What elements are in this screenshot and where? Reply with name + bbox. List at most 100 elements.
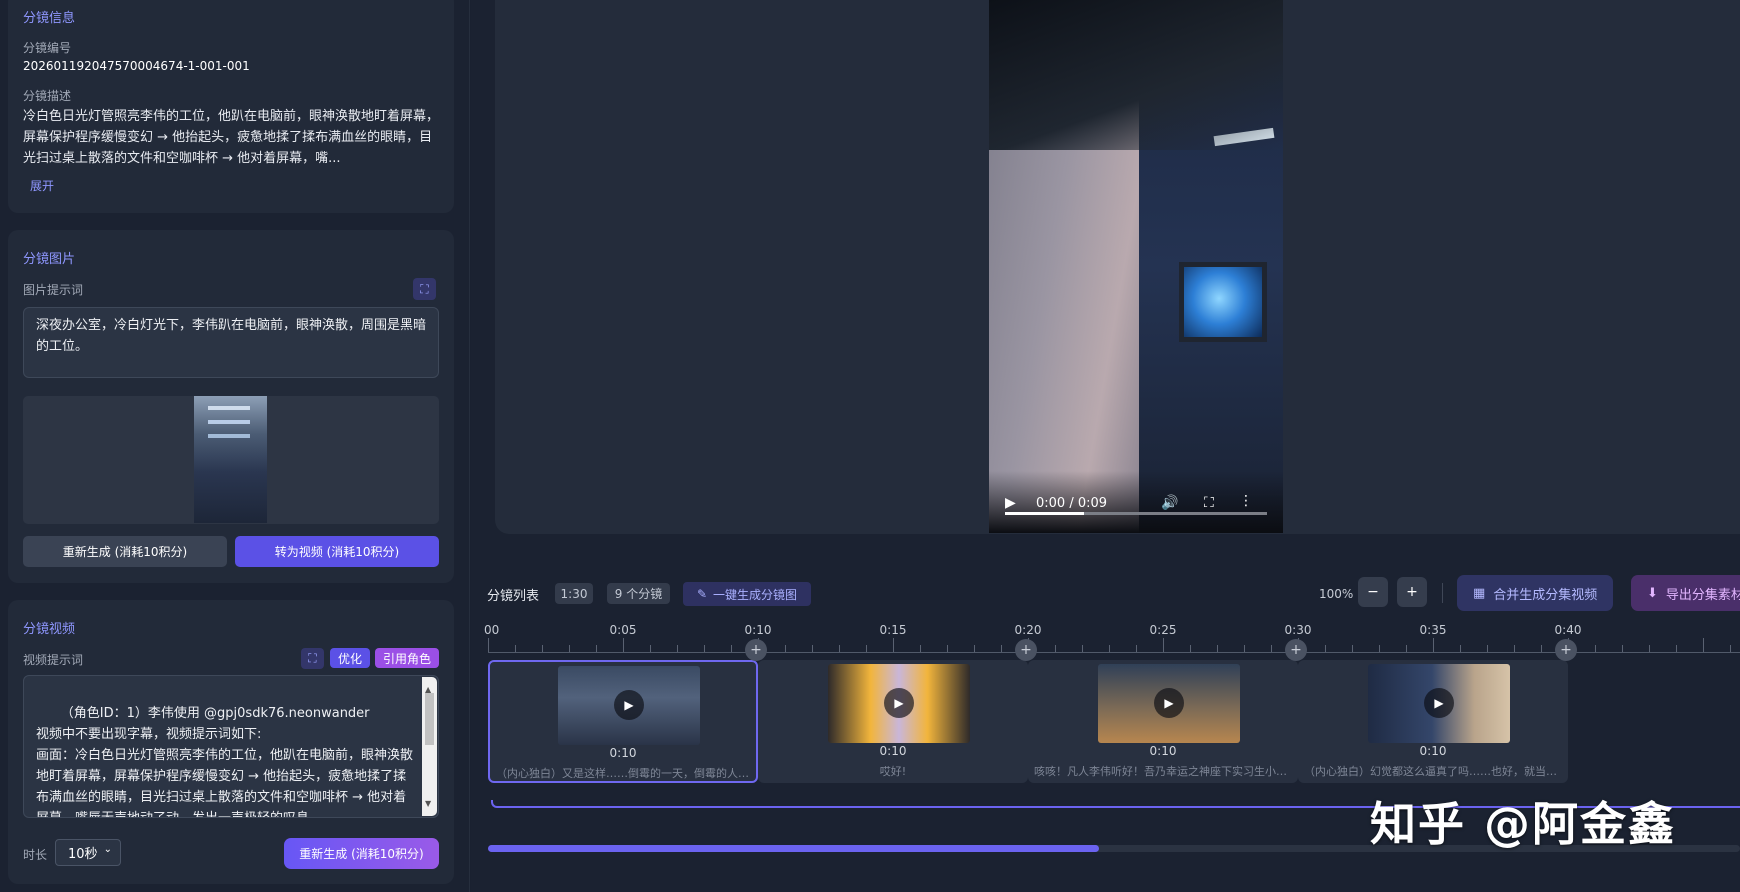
- storyboard-image-title: 分镜图片: [23, 252, 76, 267]
- expand-video-prompt-icon[interactable]: ⛶: [301, 648, 324, 669]
- timeline-scroll-thumb[interactable]: [488, 845, 1099, 852]
- ruler-tick: [1109, 645, 1110, 652]
- video-controls: ▶ 0:00 / 0:09 🔊 ⛶ ⋮: [989, 471, 1283, 533]
- ruler-tick: [1460, 645, 1461, 652]
- clip-duration: 0:10: [1419, 744, 1447, 758]
- ruler-tick: [1622, 645, 1623, 652]
- zoom-in-icon[interactable]: +: [1397, 577, 1427, 607]
- video-prompt-label: 视频提示词: [23, 653, 84, 667]
- clip-caption: （内心独白）又是这样……倒霉的一天，倒霉的人生。: [496, 767, 750, 780]
- ruler-tick: [1082, 645, 1083, 652]
- ruler-tick: [1487, 645, 1488, 652]
- timeline-clip[interactable]: ▶ 0:10 （内心独白）又是这样……倒霉的一天，倒霉的人生。: [488, 660, 758, 783]
- ruler-tick: [596, 645, 597, 652]
- merge-episode-video-button[interactable]: ▦ 合并生成分集视频: [1457, 575, 1614, 611]
- ruler-tick: [623, 638, 624, 652]
- storyboard-video-card: 分镜视频 视频提示词 ⛶ 优化 引用角色 （角色ID：1）李伟使用 @gpj0s…: [8, 600, 454, 884]
- ruler-tick: [1136, 645, 1137, 652]
- expand-image-prompt-icon[interactable]: ⛶: [413, 278, 436, 300]
- duration-label: 时长: [23, 848, 48, 862]
- convert-to-video-button[interactable]: 转为视频 (消耗10积分): [235, 536, 439, 567]
- ruler-label: 0:40: [1554, 623, 1582, 637]
- ruler-tick: [947, 645, 948, 652]
- more-icon[interactable]: ⋮: [1239, 493, 1253, 509]
- ruler-tick: [569, 645, 570, 652]
- magic-wand-icon: ✎: [696, 587, 708, 601]
- clip-duration: 0:10: [1149, 744, 1177, 758]
- ruler-tick: [866, 645, 867, 652]
- ruler-tick: [1352, 645, 1353, 652]
- image-prompt-textarea[interactable]: 深夜办公室，冷白灯光下，李伟趴在电脑前，眼神涣散，周围是黑暗的工位。: [23, 307, 439, 378]
- storyboard-desc-label: 分镜描述: [23, 89, 72, 103]
- insert-clip-icon[interactable]: +: [1555, 639, 1577, 661]
- export-episode-assets-button[interactable]: ⬇ 导出分集素材: [1631, 575, 1740, 611]
- ruler-tick: [1190, 645, 1191, 652]
- ruler-tick: [1271, 645, 1272, 652]
- zoom-level: 100%: [1319, 587, 1354, 601]
- clip-thumbnail: ▶: [1098, 664, 1240, 743]
- ruler-tick: [1730, 645, 1731, 652]
- office-thumbnail: [194, 396, 267, 523]
- timeline-clip[interactable]: ▶ 0:10 哎好!: [758, 660, 1028, 783]
- ruler-tick: [1541, 645, 1542, 652]
- clip-thumbnail: ▶: [828, 664, 970, 743]
- video-progress-bar[interactable]: [1005, 512, 1267, 515]
- toolbar-divider: [1442, 583, 1443, 603]
- storyboard-id-label: 分镜编号: [23, 41, 72, 55]
- generate-all-images-button[interactable]: ✎ 一键生成分镜图: [683, 582, 811, 606]
- timeline-clip[interactable]: ▶ 0:10 （内心独白）幻觉都这么逼真了吗……也好，就当个...: [1298, 660, 1568, 783]
- ruler-tick: [812, 645, 813, 652]
- timeline-clip[interactable]: ▶ 0:10 咳咳！凡人李伟听好！吾乃幸运之神座下实习生小幸...: [1028, 660, 1298, 783]
- chevron-down-icon: ⌄: [103, 844, 112, 855]
- storyboard-image-card: 分镜图片 图片提示词 ⛶ 深夜办公室，冷白灯光下，李伟趴在电脑前，眼神涣散，周围…: [8, 230, 454, 583]
- optimize-button[interactable]: 优化: [330, 648, 370, 668]
- reference-role-button[interactable]: 引用角色: [375, 648, 439, 668]
- watermark: 知乎 @阿金鑫: [1370, 797, 1677, 851]
- video-prompt-text: （角色ID：1）李伟使用 @gpj0sdk76.neonwander 视频中不要…: [36, 706, 414, 817]
- storyboard-info-card: 分镜信息 分镜编号 20260119204757000467­4-1-001-0…: [8, 0, 454, 213]
- insert-clip-icon[interactable]: +: [1015, 639, 1037, 661]
- regenerate-video-button[interactable]: 重新生成 (消耗10积分): [284, 838, 439, 869]
- ruler-tick: [704, 645, 705, 652]
- storyboard-image-preview[interactable]: [23, 396, 439, 524]
- video-time: 0:00 / 0:09: [1036, 496, 1108, 511]
- ruler-tick: [515, 645, 516, 652]
- ruler-tick: [650, 645, 651, 652]
- ruler-tick: [974, 645, 975, 652]
- duration-select[interactable]: 10秒 ⌄: [55, 839, 121, 866]
- total-duration-chip: 1:30: [555, 583, 593, 604]
- ruler-tick: [893, 638, 894, 652]
- shot-count-chip: 9 个分镜: [607, 583, 670, 604]
- ruler-label: 0:20: [1014, 623, 1042, 637]
- storyboard-desc-text: 冷白色日光灯管照亮李伟的工位，他趴在电脑前，眼神涣散地盯着屏幕，屏幕保护程序缓慢…: [23, 109, 440, 166]
- ruler-tick: [785, 645, 786, 652]
- generate-all-images-label: 一键生成分镜图: [713, 587, 798, 602]
- ruler-tick: [1217, 645, 1218, 652]
- ruler-tick: [677, 645, 678, 652]
- video-prompt-textarea[interactable]: （角色ID：1）李伟使用 @gpj0sdk76.neonwander 视频中不要…: [23, 675, 439, 818]
- ruler-tick: [1433, 638, 1434, 652]
- fullscreen-icon[interactable]: ⛶: [1204, 495, 1214, 511]
- play-icon[interactable]: ▶: [614, 690, 644, 720]
- play-icon[interactable]: ▶: [884, 688, 914, 718]
- expand-link[interactable]: 展开: [30, 177, 54, 194]
- zoom-out-icon[interactable]: −: [1358, 577, 1388, 607]
- play-icon[interactable]: ▶: [1424, 688, 1454, 718]
- volume-icon[interactable]: 🔊: [1161, 495, 1178, 511]
- clip-caption: （内心独白）幻觉都这么逼真了吗……也好，就当个...: [1304, 765, 1562, 778]
- left-panel: 分镜信息 分镜编号 20260119204757000467­4-1-001-0…: [0, 0, 470, 892]
- ruler-tick: [1055, 645, 1056, 652]
- ruler-label: 00: [484, 623, 500, 637]
- play-icon[interactable]: ▶: [1154, 688, 1184, 718]
- ruler-tick: [731, 645, 732, 652]
- video-player[interactable]: ▶ 0:00 / 0:09 🔊 ⛶ ⋮: [989, 0, 1283, 533]
- clip-caption: 哎好!: [879, 765, 907, 778]
- insert-clip-icon[interactable]: +: [1285, 639, 1307, 661]
- timeline-ruler[interactable]: 00 0:05 0:10 0:15 0:20 0:25 0:30 0:35 0:40: [484, 623, 1740, 653]
- play-icon[interactable]: ▶: [1005, 495, 1016, 511]
- regenerate-image-button[interactable]: 重新生成 (消耗10积分): [23, 536, 227, 567]
- ruler-tick: [1001, 645, 1002, 652]
- video-prompt-scrollbar[interactable]: ▲ ▼: [422, 677, 437, 816]
- clip-thumbnail: ▶: [558, 666, 700, 745]
- insert-clip-icon[interactable]: +: [745, 639, 767, 661]
